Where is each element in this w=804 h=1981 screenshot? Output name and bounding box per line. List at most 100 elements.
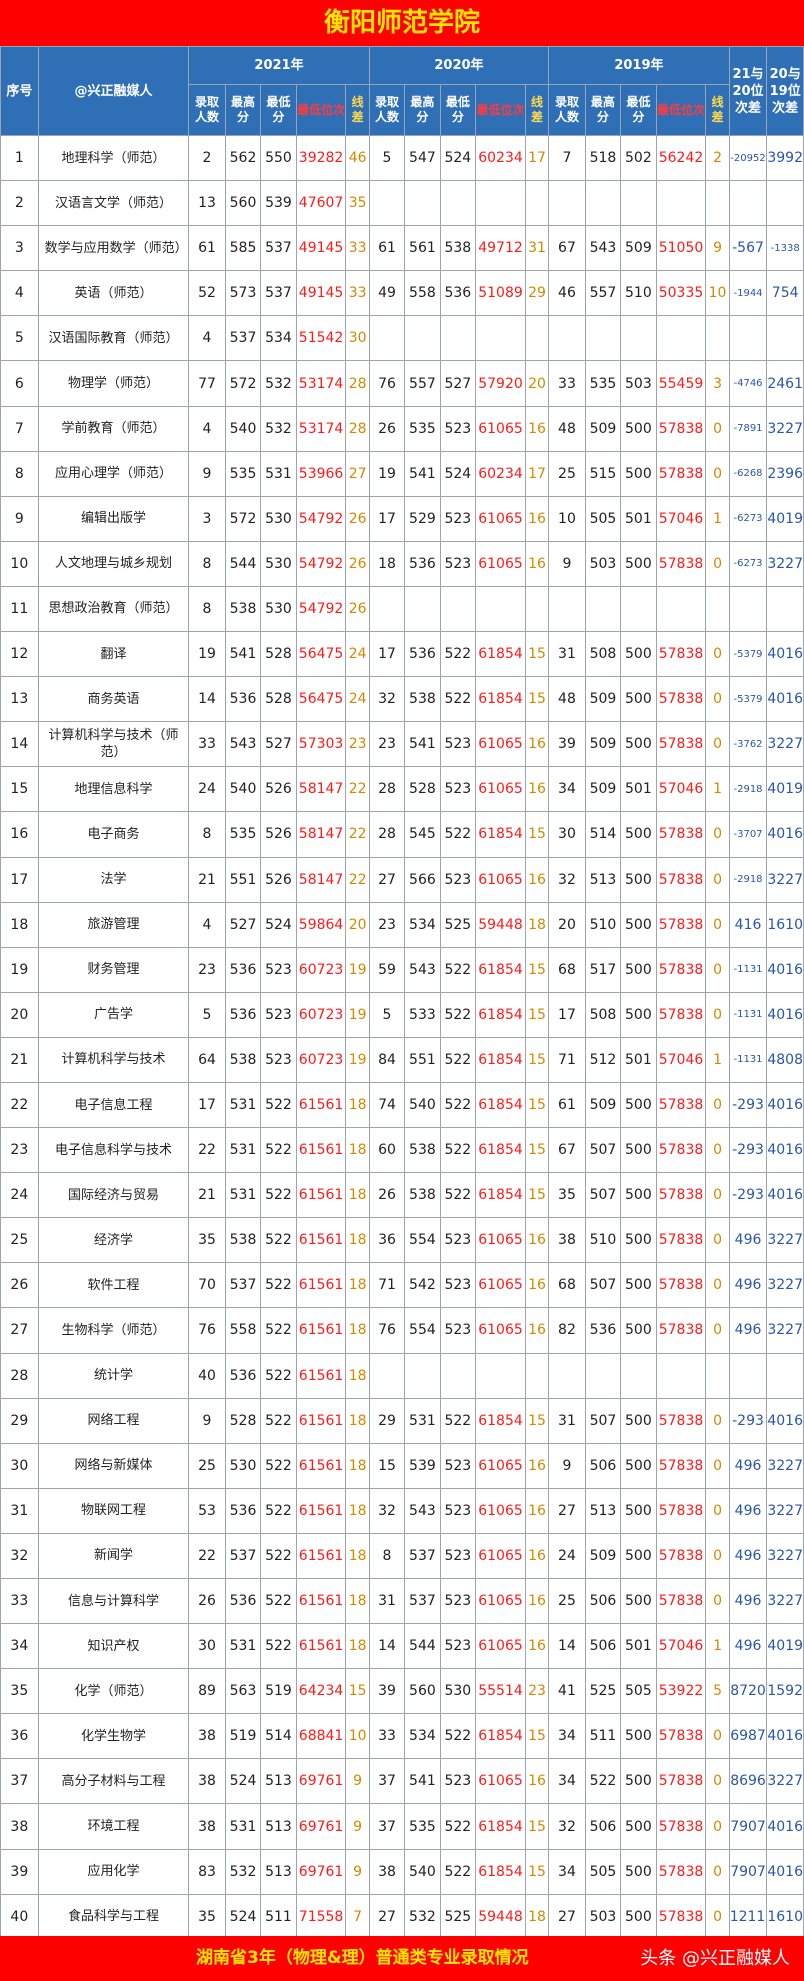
y20-max-score [404,180,441,227]
y20-line-diff: 15 [524,1713,550,1760]
y21-line-diff: 18 [345,1262,370,1309]
y20-count: 8 [368,1532,406,1580]
y21-min-rank: 39282 [295,134,347,182]
y21-max-score: 524 [224,1893,262,1940]
y20-min-rank: 61065 [475,1262,526,1309]
y19-min-score: 500 [620,721,657,768]
y19-line-diff: 0 [705,405,730,452]
y21-max-score: 531 [224,1172,262,1219]
y20-line-diff: 16 [524,1442,550,1489]
y20-count: 29 [368,1397,406,1444]
y20-count: 14 [368,1623,406,1670]
y20-max-score: 554 [404,1217,441,1264]
y21-line-diff: 18 [345,1127,370,1174]
rank-diff-20-19: 4019 [766,1623,804,1670]
rank-diff-20-19: 3227 [766,540,804,587]
y19-count: 24 [548,1532,586,1580]
y21-count: 64 [188,1036,226,1083]
y19-count: 31 [548,1397,586,1444]
major-name: 计算机科学与技术（师范） [37,721,190,768]
y20-line-diff: 16 [524,856,550,903]
y21-max-score: 572 [224,360,262,407]
rank-diff-21-20: -6268 [728,450,768,497]
y19-min-score: 500 [620,1397,657,1444]
y20-max-score: 551 [404,1036,441,1083]
y21-line-diff: 22 [345,766,370,813]
y20-count: 60 [368,1127,406,1174]
y20-min-score: 522 [439,1127,477,1174]
major-name: 物理学（师范） [37,360,190,407]
header-count: 录取人数 [188,84,226,136]
page: 衡阳师范学院 序号 @兴正融媒人 2021年 2020年 2019年 21与20… [0,0,804,1981]
y21-count: 24 [188,766,226,813]
y19-min-rank: 57838 [655,1532,707,1580]
rank-diff-21-20: 496 [728,1307,768,1354]
y21-min-score: 537 [260,270,297,317]
y21-min-rank: 69761 [295,1848,347,1895]
major-name: 法学 [37,856,190,903]
y20-min-score: 538 [439,225,477,272]
y19-max-score: 505 [584,1848,622,1895]
y21-line-diff: 15 [345,1668,370,1715]
y19-min-score: 501 [620,766,657,813]
y21-min-rank: 60723 [295,991,347,1038]
header-min: 最低分 [439,84,477,136]
row-number: 35 [0,1668,39,1715]
major-name: 广告学 [37,991,190,1038]
y20-min-rank: 61854 [475,991,526,1038]
y19-min-score: 501 [620,1036,657,1083]
y21-min-score: 514 [260,1713,297,1760]
y20-min-score: 522 [439,1036,477,1083]
row-number: 21 [0,1036,39,1083]
y21-min-rank: 61561 [295,1352,347,1399]
y20-min-rank: 61854 [475,631,526,678]
table-row: 26 软件工程 70 537 522 61561 18 71 542 523 61065 16 68 50… [0,1262,804,1309]
y20-min-rank: 57920 [475,360,526,407]
y20-min-rank: 61065 [475,766,526,813]
y20-line-diff: 15 [524,946,550,993]
rank-diff-20-19 [766,180,804,227]
y21-min-rank: 53174 [295,405,347,452]
y20-max-score: 537 [404,1577,441,1625]
y20-line-diff: 16 [524,1487,550,1534]
y19-max-score: 513 [584,1487,622,1534]
y19-line-diff: 0 [705,1127,730,1174]
y20-max-score: 533 [404,991,441,1038]
y20-min-score: 527 [439,360,477,407]
rank-diff-20-19: 3227 [766,1307,804,1354]
rank-diff-21-20: 496 [728,1487,768,1534]
y19-min-rank: 57838 [655,631,707,678]
row-number: 10 [0,540,39,587]
y19-count: 25 [548,450,586,497]
y21-count: 40 [188,1352,226,1399]
row-number: 7 [0,405,39,452]
y21-line-diff: 28 [345,405,370,452]
y20-line-diff: 16 [524,1262,550,1309]
y21-line-diff: 9 [345,1848,370,1895]
y19-line-diff: 0 [705,946,730,993]
y20-min-rank: 61065 [475,405,526,452]
y20-min-rank [475,585,526,633]
y21-line-diff: 18 [345,1487,370,1534]
y19-count: 33 [548,360,586,407]
header-max: 最高分 [224,84,262,136]
header-max: 最高分 [404,84,441,136]
y20-min-score: 523 [439,1758,477,1805]
y19-min-rank: 57046 [655,1623,707,1670]
y19-line-diff [705,315,730,362]
row-number: 29 [0,1397,39,1444]
y20-count: 76 [368,360,406,407]
row-number: 9 [0,495,39,542]
y20-min-rank: 61065 [475,1532,526,1580]
rank-diff-21-20: -1944 [728,270,768,317]
y19-max-score: 506 [584,1623,622,1670]
table-row: 27 生物科学（师范） 76 558 522 61561 18 76 554 523 61065 16… [0,1307,804,1354]
y20-max-score [404,585,441,633]
y21-max-score: 536 [224,946,262,993]
y20-line-diff: 15 [524,631,550,678]
y21-min-rank: 71558 [295,1893,347,1940]
y20-min-rank: 55514 [475,1668,526,1715]
y20-count: 5 [368,991,406,1038]
y21-min-rank: 53966 [295,450,347,497]
y19-max-score: 507 [584,1262,622,1309]
